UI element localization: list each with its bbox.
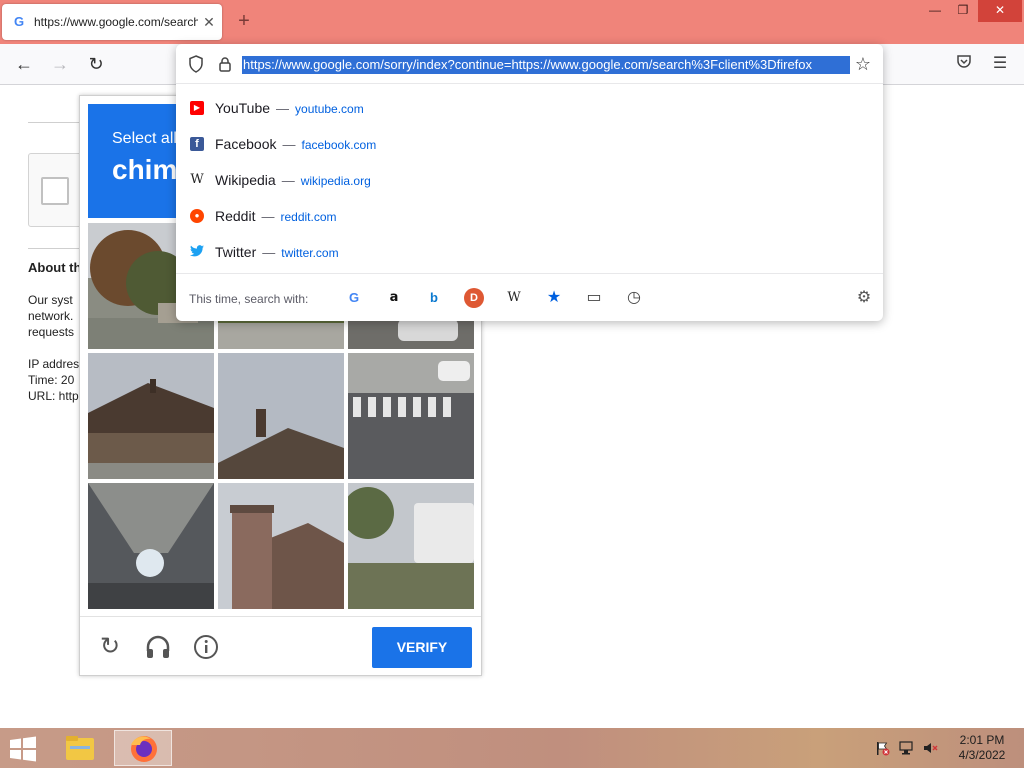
suggestion-wikipedia[interactable]: W Wikipedia — wikipedia.org (176, 162, 883, 198)
firefox-taskbar-icon[interactable] (114, 730, 172, 766)
one-off-search-bar: This time, search with: G a b D W ★ ▭ ◷ … (176, 273, 883, 321)
wikipedia-engine-icon[interactable]: W (504, 288, 524, 308)
system-clock[interactable]: 2:01 PM 4/3/2022 (950, 733, 1014, 763)
network-icon[interactable] (898, 740, 914, 756)
amazon-engine-icon[interactable]: a (384, 288, 404, 308)
suggestion-twitter[interactable]: Twitter — twitter.com (176, 234, 883, 270)
reload-button[interactable]: ↻ (84, 53, 108, 77)
twitter-icon (190, 245, 204, 259)
minimize-button[interactable]: — (920, 0, 950, 22)
tab-title: https://www.google.com/search?client=fir… (34, 15, 198, 29)
back-button[interactable]: ← (12, 53, 36, 77)
challenge-instruction: Select all (112, 130, 177, 147)
tab-close-icon[interactable]: ✕ (202, 14, 216, 30)
youtube-icon: ▶ (190, 101, 204, 115)
recaptcha-checkbox[interactable] (41, 177, 69, 205)
bing-engine-icon[interactable]: b (424, 288, 444, 308)
challenge-tile[interactable] (218, 353, 344, 479)
page-body-line: Our syst (28, 293, 73, 307)
file-explorer-icon[interactable] (58, 730, 102, 766)
history-search-icon[interactable]: ◷ (624, 288, 644, 308)
page-body-line: network. (28, 309, 74, 323)
time-line: Time: 20 (28, 373, 75, 387)
google-engine-icon[interactable]: G (344, 288, 364, 308)
google-favicon-icon: G (13, 14, 25, 29)
reddit-icon: ● (190, 209, 204, 223)
new-tab-button[interactable]: + (234, 11, 254, 32)
verify-button[interactable]: VERIFY (372, 627, 472, 668)
lock-icon[interactable] (218, 56, 232, 72)
volume-muted-icon[interactable] (922, 740, 938, 756)
url-bar-dropdown: https://www.google.com/sorry/index?conti… (176, 44, 883, 321)
audio-challenge-icon[interactable] (144, 633, 172, 661)
restore-button[interactable]: ❐ (948, 0, 978, 22)
tabs-search-icon[interactable]: ▭ (584, 288, 604, 308)
tab-google-search[interactable]: G https://www.google.com/search?client=f… (2, 4, 222, 40)
tab-strip: G https://www.google.com/search?client=f… (0, 0, 1024, 44)
clock-time: 2:01 PM (959, 733, 1005, 747)
wikipedia-icon: W (190, 172, 204, 187)
challenge-footer: ↻ VERIFY (80, 616, 481, 676)
suggestion-label: Twitter — twitter.com (215, 244, 339, 260)
challenge-tile[interactable] (88, 353, 214, 479)
url-input[interactable]: https://www.google.com/sorry/index?conti… (242, 56, 850, 74)
clock-date: 4/3/2022 (958, 748, 1006, 762)
search-settings-gear-icon[interactable]: ⚙ (854, 288, 874, 308)
search-with-label: This time, search with: (189, 292, 309, 306)
app-menu-button[interactable]: ☰ (988, 53, 1012, 77)
bookmark-star-icon[interactable]: ☆ (853, 54, 873, 74)
reload-challenge-icon[interactable]: ↻ (96, 633, 124, 661)
windows-taskbar: 2:01 PM 4/3/2022 (0, 728, 1024, 768)
challenge-tile[interactable] (88, 483, 214, 609)
suggestion-label: Wikipedia — wikipedia.org (215, 172, 371, 188)
suggestion-label: YouTube — youtube.com (215, 100, 364, 116)
ip-address-line: IP addres (28, 357, 80, 371)
pocket-icon[interactable] (952, 53, 976, 77)
forward-button[interactable]: → (48, 53, 72, 77)
suggestion-label: Facebook — facebook.com (215, 136, 377, 152)
challenge-tile[interactable] (348, 483, 474, 609)
suggestion-youtube[interactable]: ▶ YouTube — youtube.com (176, 90, 883, 126)
suggestion-facebook[interactable]: f Facebook — facebook.com (176, 126, 883, 162)
tracking-protection-shield-icon[interactable] (188, 55, 204, 73)
close-window-button[interactable]: ✕ (978, 0, 1022, 22)
suggestion-reddit[interactable]: ● Reddit — reddit.com (176, 198, 883, 234)
url-bar[interactable]: https://www.google.com/sorry/index?conti… (176, 44, 883, 84)
url-line: URL: http (28, 389, 79, 403)
about-heading: About th (28, 260, 82, 275)
facebook-icon: f (190, 137, 204, 151)
challenge-tile[interactable] (218, 483, 344, 609)
info-icon[interactable] (192, 633, 220, 661)
suggestion-label: Reddit — reddit.com (215, 208, 337, 224)
action-center-flag-icon[interactable] (874, 740, 890, 756)
windows-start-icon[interactable] (8, 736, 38, 762)
page-body-line: requests (28, 325, 75, 339)
challenge-tile[interactable] (348, 353, 474, 479)
duckduckgo-engine-icon[interactable]: D (464, 288, 484, 308)
bookmarks-search-icon[interactable]: ★ (544, 288, 564, 308)
